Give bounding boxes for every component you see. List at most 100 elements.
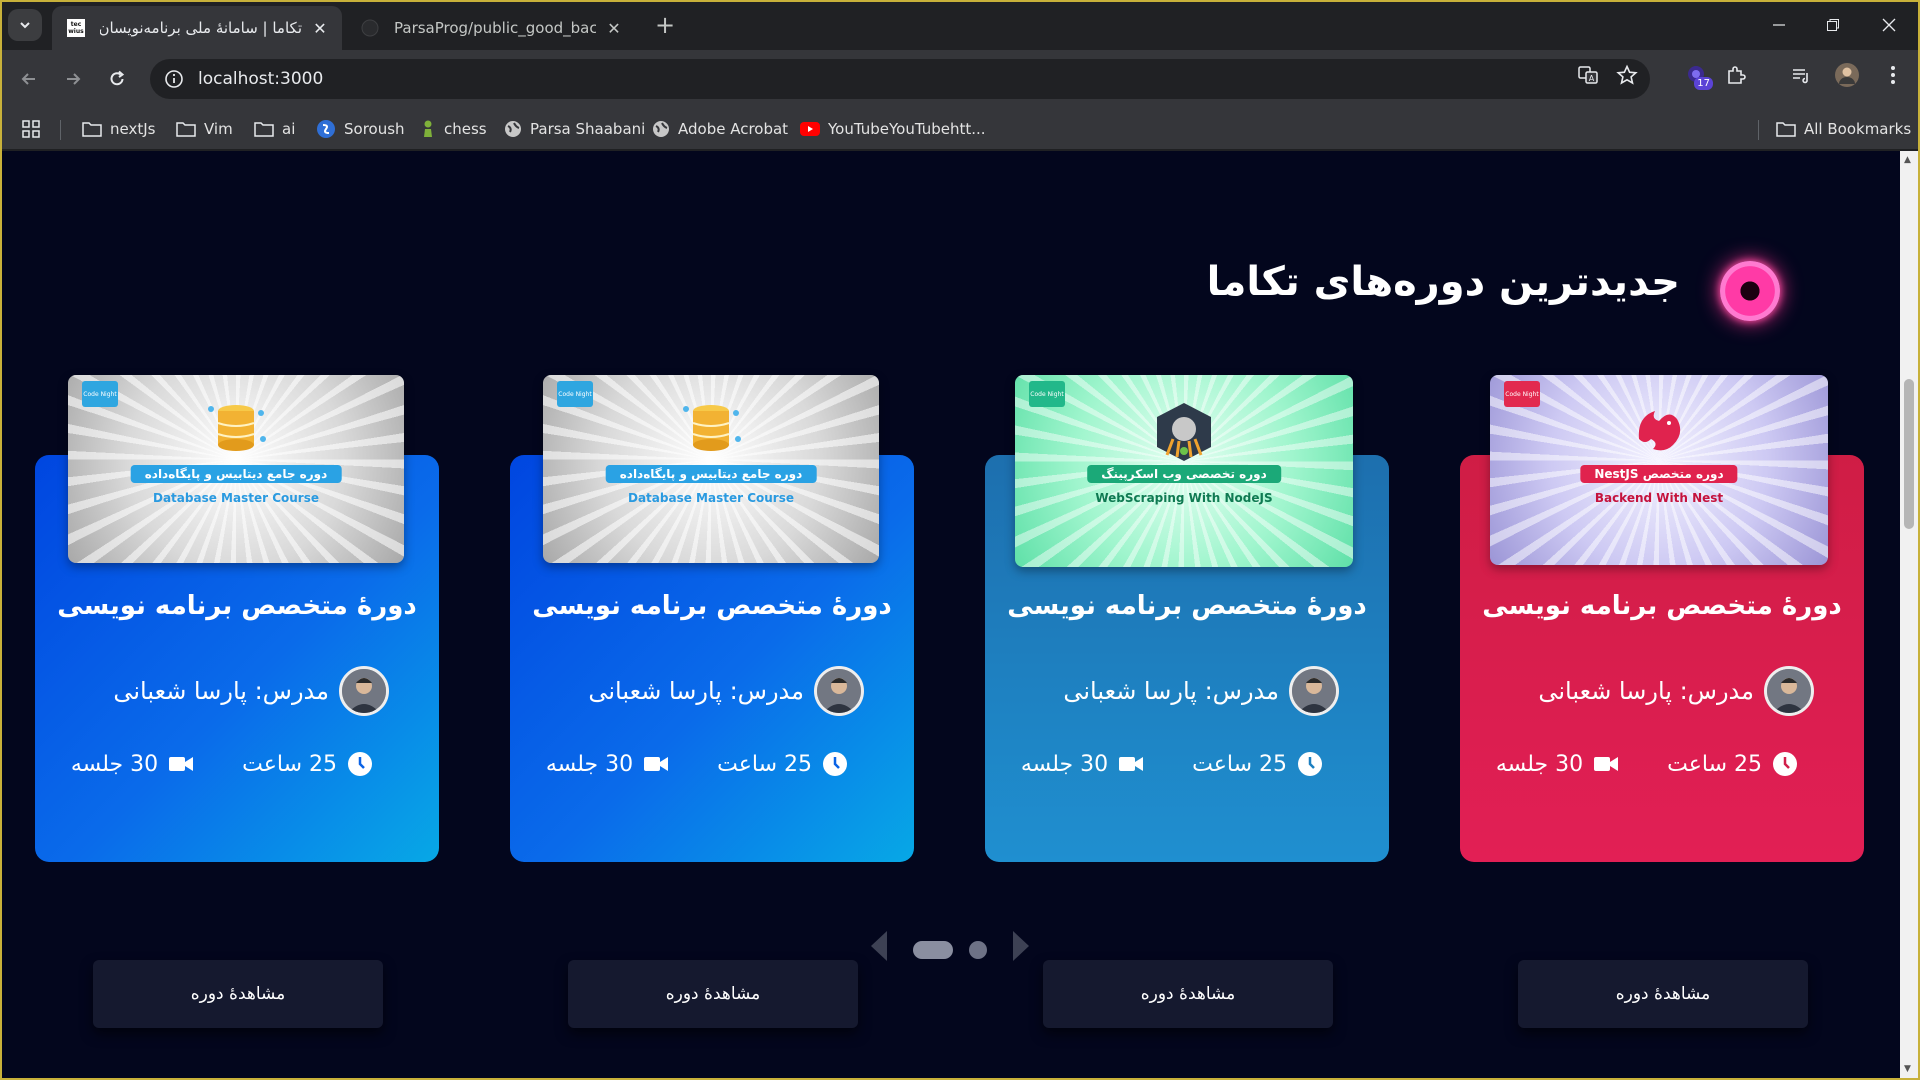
course-thumbnail[interactable]: Code Night دوره جامع دیتابیس و پایگاه‌دا…: [68, 375, 404, 563]
bookmark-label: ai: [282, 120, 296, 138]
all-bookmarks[interactable]: All Bookmarks: [1776, 118, 1911, 140]
thumbnail-ribbon: دوره جامع دیتابیس و پایگاه‌داده: [130, 465, 342, 483]
section-title: جدیدترین دوره‌های تکاما: [1206, 259, 1680, 305]
profile-avatar[interactable]: [1832, 60, 1862, 90]
media-controls-icon[interactable]: [1786, 60, 1816, 90]
close-window-button[interactable]: [1866, 10, 1912, 40]
tab-github[interactable]: ParsaProg/public_good_backgr ✕: [346, 6, 636, 50]
scroll-down-icon[interactable]: ▼: [1904, 1064, 1911, 1074]
database-icon: [203, 399, 269, 465]
folder-icon: [1776, 121, 1796, 137]
bookmark-vim[interactable]: Vim: [176, 118, 233, 140]
close-icon: [1882, 18, 1896, 32]
view-course-button[interactable]: مشاهدهٔ دوره: [1043, 960, 1333, 1028]
url-text: localhost:3000: [198, 69, 324, 89]
minimize-icon: [1773, 24, 1785, 26]
bookmarks-divider: [1758, 120, 1759, 140]
slider-dot-active[interactable]: [913, 941, 953, 959]
course-title[interactable]: دورهٔ متخصص برنامه نویسی: [985, 591, 1389, 621]
all-bookmarks-label: All Bookmarks: [1804, 120, 1912, 138]
translate-icon[interactable]: A: [1573, 60, 1603, 90]
code-night-logo: Code Night: [557, 381, 593, 407]
bookmark-youtube[interactable]: YouTubeYouTubehtt...: [800, 118, 986, 140]
course-title[interactable]: دورهٔ متخصص برنامه نویسی: [35, 591, 439, 621]
chess-pawn-icon: [420, 119, 436, 139]
code-night-logo: Code Night: [1029, 381, 1065, 407]
thumbnail-subtitle: WebScraping With NodeJS: [1095, 491, 1273, 505]
bookmark-label: nextJs: [110, 120, 156, 138]
course-thumbnail[interactable]: Code Night دوره جامع دیتابیس و پایگاه‌دا…: [543, 375, 879, 563]
hours-text: 25 ساعت: [1667, 751, 1762, 777]
course-title[interactable]: دورهٔ متخصص برنامه نویسی: [510, 591, 914, 621]
bookmark-adobe-acrobat[interactable]: Adobe Acrobat: [652, 118, 788, 140]
thumbnail-subtitle: Database Master Course: [628, 491, 794, 505]
chrome-menu-icon[interactable]: [1878, 60, 1908, 90]
teacher-avatar: [339, 666, 389, 716]
folder-icon: [176, 121, 196, 137]
browser-toolbar: localhost:3000 A 17: [0, 50, 1920, 108]
favicon-text: tec wius: [67, 19, 85, 37]
thumbnail-subtitle: Database Master Course: [153, 491, 319, 505]
tab-title: ParsaProg/public_good_backgr: [394, 19, 596, 37]
page-viewport: جدیدترین دوره‌های تکاما Code Night دوره …: [2, 151, 1900, 1078]
bookmark-nextjs[interactable]: nextJs: [82, 118, 155, 140]
teacher-name: مدرس: پارسا شعبانی: [1063, 677, 1279, 705]
bookmark-star-icon[interactable]: [1612, 60, 1642, 90]
hours-text: 25 ساعت: [717, 751, 812, 777]
nestjs-logo-icon: [1629, 399, 1689, 463]
view-course-button[interactable]: مشاهدهٔ دوره: [93, 960, 383, 1028]
globe-icon: [504, 120, 522, 138]
tab-takama[interactable]: tec wius تکاما | سامانهٔ ملی برنامه‌نویس…: [52, 6, 342, 50]
teacher-avatar: [814, 666, 864, 716]
course-title[interactable]: دورهٔ متخصص برنامه نویسی: [1460, 591, 1864, 621]
restore-button[interactable]: [1810, 10, 1856, 40]
teacher-row: مدرس: پارسا شعبانی: [588, 665, 864, 717]
slider-dot[interactable]: [969, 941, 987, 959]
bookmark-label: Parsa Shaabani: [530, 120, 646, 138]
sessions-text: 30 جلسه: [545, 751, 634, 777]
course-meta: 25 ساعت 30 جلسه: [546, 744, 848, 784]
code-night-logo: Code Night: [82, 381, 118, 407]
close-tab-icon[interactable]: ✕: [312, 19, 328, 38]
clock-icon: [1772, 751, 1798, 777]
extension-icon[interactable]: 17: [1681, 60, 1713, 90]
back-button[interactable]: [14, 64, 44, 94]
new-tab-button[interactable]: +: [652, 11, 678, 39]
apps-grid-icon[interactable]: [22, 118, 40, 140]
course-hours: 25 ساعت: [242, 751, 373, 777]
slider-next-button[interactable]: [1010, 928, 1032, 964]
teacher-row: مدرس: پارسا شعبانی: [1538, 665, 1814, 717]
view-course-button[interactable]: مشاهدهٔ دوره: [1518, 960, 1808, 1028]
bookmark-label: Adobe Acrobat: [678, 120, 789, 138]
teacher-row: مدرس: پارسا شعبانی: [1063, 665, 1339, 717]
view-course-button[interactable]: مشاهدهٔ دوره: [568, 960, 858, 1028]
close-tab-icon[interactable]: ✕: [606, 19, 622, 38]
scrollbar-thumb[interactable]: [1904, 379, 1914, 529]
course-hours: 25 ساعت: [1667, 751, 1798, 777]
extensions-puzzle-icon[interactable]: [1721, 60, 1751, 90]
tab-search-button[interactable]: [8, 9, 42, 41]
slider-prev-button[interactable]: [868, 928, 890, 964]
address-bar[interactable]: localhost:3000: [150, 59, 1650, 99]
course-thumbnail[interactable]: Code Night دوره تخصصی وب اسکرپینگ WebScr…: [1015, 375, 1353, 567]
bookmark-soroush[interactable]: Soroush: [316, 118, 405, 140]
bookmark-label: Vim: [204, 120, 233, 138]
scroll-up-icon[interactable]: ▲: [1904, 155, 1911, 165]
bookmark-parsa-shaabani[interactable]: Parsa Shaabani: [504, 118, 645, 140]
page-scrollbar[interactable]: ▲ ▼: [1900, 151, 1918, 1078]
course-sessions: 30 جلسه: [71, 752, 194, 777]
video-camera-icon: [1118, 753, 1144, 775]
arrow-left-icon: [21, 73, 35, 85]
minimize-button[interactable]: [1756, 10, 1802, 40]
site-info-icon[interactable]: [164, 69, 184, 89]
thumbnail-ribbon: دوره جامع دیتابیس و پایگاه‌داده: [605, 465, 817, 483]
hours-text: 25 ساعت: [1192, 751, 1287, 777]
bookmark-ai[interactable]: ai: [254, 118, 295, 140]
teacher-name: مدرس: پارسا شعبانی: [1538, 677, 1754, 705]
forward-button[interactable]: [58, 64, 88, 94]
chevron-down-icon: [20, 22, 30, 29]
reload-button[interactable]: [102, 64, 132, 94]
course-thumbnail[interactable]: Code Night دوره متخصص NestJS Backend Wit…: [1490, 375, 1828, 565]
bookmark-chess[interactable]: chess: [420, 118, 487, 140]
bookmark-label: chess: [444, 120, 487, 138]
